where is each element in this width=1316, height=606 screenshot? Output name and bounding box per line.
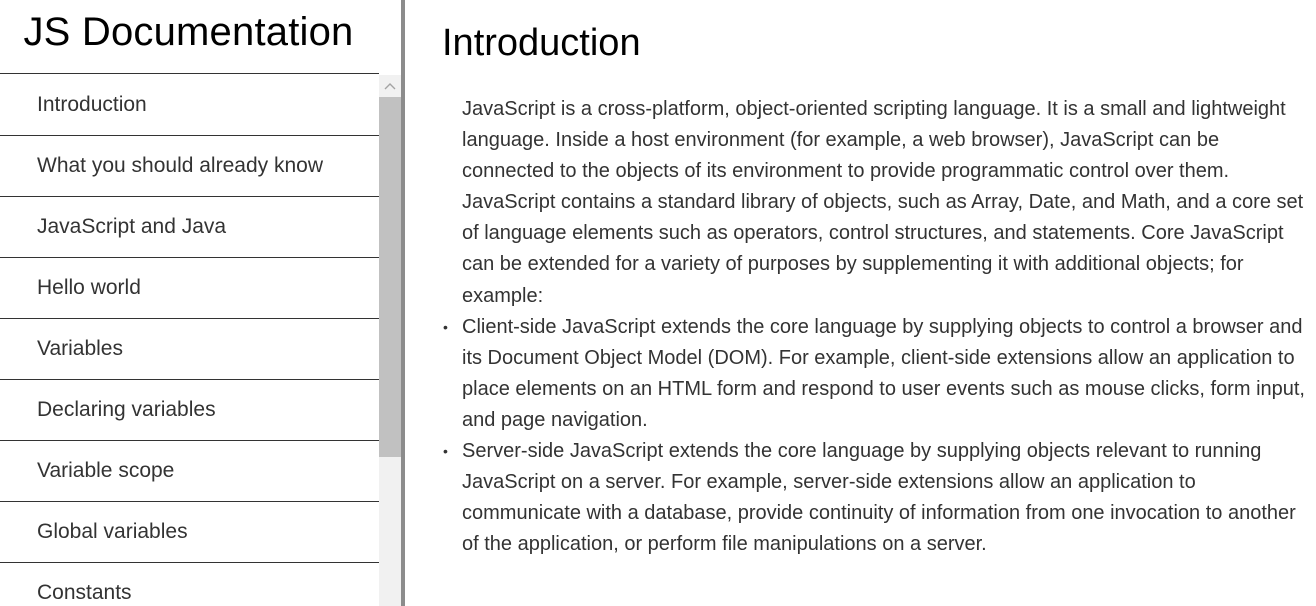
sidebar-item-javascript-and-java[interactable]: JavaScript and Java xyxy=(0,197,379,258)
paragraph: JavaScript is a cross-platform, object-o… xyxy=(462,98,1286,183)
sidebar-item-what-you-should-already-know[interactable]: What you should already know xyxy=(0,136,379,197)
sidebar-item-global-variables[interactable]: Global variables xyxy=(0,502,379,563)
chevron-up-icon xyxy=(384,83,396,90)
bullet-icon: • xyxy=(443,443,448,460)
sidebar-scrollbar[interactable] xyxy=(379,75,401,606)
bullet-icon: • xyxy=(443,318,448,335)
list-item-text: Client-side JavaScript extends the core … xyxy=(462,315,1305,431)
sidebar-item-declaring-variables[interactable]: Declaring variables xyxy=(0,380,379,441)
scrollbar-thumb[interactable] xyxy=(379,97,401,457)
sidebar-item-variables[interactable]: Variables xyxy=(0,319,379,380)
sidebar-item-constants[interactable]: Constants xyxy=(0,563,379,606)
sidebar-header: JS Documentation xyxy=(0,0,379,74)
main-content: Introduction JavaScript is a cross-platf… xyxy=(405,0,1316,606)
page: JS Documentation Introduction What you s… xyxy=(0,0,1316,606)
list-item: • Server-side JavaScript extends the cor… xyxy=(443,436,1312,560)
sidebar-item-introduction[interactable]: Introduction xyxy=(0,75,379,136)
section-title: Introduction xyxy=(442,22,641,64)
scroll-up-button[interactable] xyxy=(379,75,401,97)
bullet-list: • Client-side JavaScript extends the cor… xyxy=(443,312,1312,561)
sidebar-nav: JS Documentation Introduction What you s… xyxy=(0,0,402,606)
sidebar-item-hello-world[interactable]: Hello world xyxy=(0,258,379,319)
sidebar-list: Introduction What you should already kno… xyxy=(0,75,379,606)
list-item: • Client-side JavaScript extends the cor… xyxy=(443,312,1312,436)
section-body: JavaScript is a cross-platform, object-o… xyxy=(443,94,1312,561)
sidebar-item-variable-scope[interactable]: Variable scope xyxy=(0,441,379,502)
sidebar-title: JS Documentation xyxy=(23,10,354,54)
paragraph: JavaScript contains a standard library o… xyxy=(462,191,1304,307)
list-item-text: Server-side JavaScript extends the core … xyxy=(462,440,1296,556)
